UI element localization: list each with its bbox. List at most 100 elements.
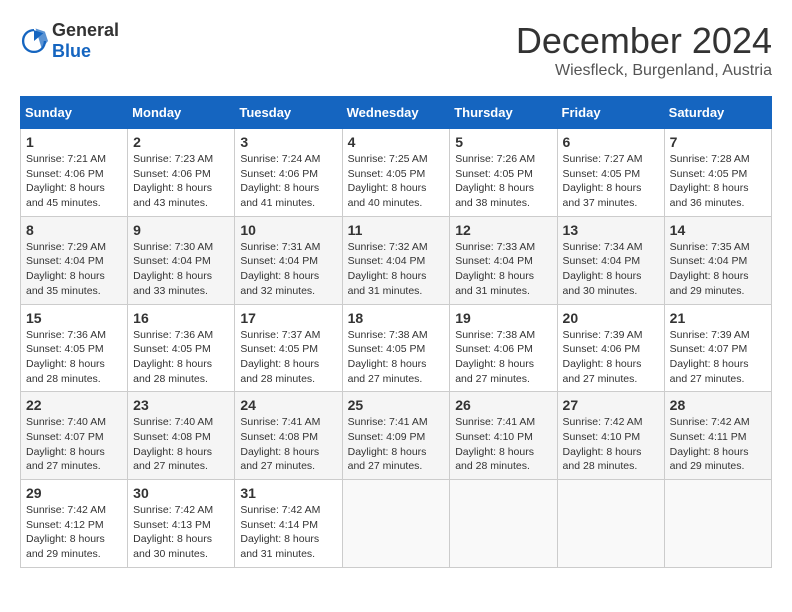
location-subtitle: Wiesfleck, Burgenland, Austria (516, 62, 772, 80)
calendar-cell: 7Sunrise: 7:28 AMSunset: 4:05 PMDaylight… (664, 129, 771, 217)
header: General Blue December 2024 Wiesfleck, Bu… (20, 20, 772, 80)
calendar-cell: 19 Sunrise: 7:38 AMSunset: 4:06 PMDayligh… (450, 304, 557, 392)
calendar-week-row: 8Sunrise: 7:29 AMSunset: 4:04 PMDaylight… (21, 216, 772, 304)
calendar-cell: 12 Sunrise: 7:33 AMSunset: 4:04 PMDayligh… (450, 216, 557, 304)
day-info: Sunrise: 7:33 AMSunset: 4:04 PMDaylight:… (455, 240, 551, 299)
calendar-cell: 1Sunrise: 7:21 AMSunset: 4:06 PMDaylight… (21, 129, 128, 217)
day-info: Sunrise: 7:38 AMSunset: 4:06 PMDaylight:… (455, 328, 551, 387)
day-info: Sunrise: 7:40 AMSunset: 4:08 PMDaylight:… (133, 415, 229, 474)
calendar-cell: 20Sunrise: 7:39 AMSunset: 4:06 PMDayligh… (557, 304, 664, 392)
calendar-table: Sunday Monday Tuesday Wednesday Thursday… (20, 96, 772, 568)
day-info: Sunrise: 7:30 AMSunset: 4:04 PMDaylight:… (133, 240, 229, 299)
calendar-cell: 18Sunrise: 7:38 AMSunset: 4:05 PMDayligh… (342, 304, 450, 392)
day-info: Sunrise: 7:36 AMSunset: 4:05 PMDaylight:… (133, 328, 229, 387)
day-number: 9 (133, 222, 229, 238)
day-info: Sunrise: 7:42 AMSunset: 4:10 PMDaylight:… (563, 415, 659, 474)
day-info: Sunrise: 7:27 AMSunset: 4:05 PMDaylight:… (563, 152, 659, 211)
day-number: 19 (455, 310, 551, 326)
calendar-cell: 11Sunrise: 7:32 AMSunset: 4:04 PMDayligh… (342, 216, 450, 304)
calendar-cell: 3 Sunrise: 7:24 AMSunset: 4:06 PMDaylight… (235, 129, 342, 217)
logo-text: General Blue (52, 20, 119, 62)
calendar-cell: 13 Sunrise: 7:34 AMSunset: 4:04 PMDayligh… (557, 216, 664, 304)
day-number: 4 (348, 134, 445, 150)
calendar-cell: 5 Sunrise: 7:26 AMSunset: 4:05 PMDaylight… (450, 129, 557, 217)
calendar-cell: 14 Sunrise: 7:35 AMSunset: 4:04 PMDayligh… (664, 216, 771, 304)
calendar-cell: 16 Sunrise: 7:36 AMSunset: 4:05 PMDayligh… (128, 304, 235, 392)
day-number: 17 (240, 310, 336, 326)
day-info: Sunrise: 7:34 AMSunset: 4:04 PMDaylight:… (563, 240, 659, 299)
calendar-cell: 30Sunrise: 7:42 AMSunset: 4:13 PMDayligh… (128, 480, 235, 568)
day-info: Sunrise: 7:31 AMSunset: 4:04 PMDaylight:… (240, 240, 336, 299)
calendar-cell: 24Sunrise: 7:41 AMSunset: 4:08 PMDayligh… (235, 392, 342, 480)
day-number: 11 (348, 222, 445, 238)
day-number: 6 (563, 134, 659, 150)
calendar-week-row: 22 Sunrise: 7:40 AMSunset: 4:07 PMDayligh… (21, 392, 772, 480)
day-info: Sunrise: 7:25 AMSunset: 4:05 PMDaylight:… (348, 152, 445, 211)
title-area: December 2024 Wiesfleck, Burgenland, Aus… (516, 20, 772, 80)
day-number: 28 (670, 397, 766, 413)
calendar-cell: 23 Sunrise: 7:40 AMSunset: 4:08 PMDayligh… (128, 392, 235, 480)
col-wednesday: Wednesday (342, 97, 450, 129)
day-info: Sunrise: 7:42 AMSunset: 4:12 PMDaylight:… (26, 503, 122, 562)
logo-general: General (52, 20, 119, 40)
calendar-cell: 25Sunrise: 7:41 AMSunset: 4:09 PMDayligh… (342, 392, 450, 480)
day-number: 16 (133, 310, 229, 326)
day-number: 29 (26, 485, 122, 501)
calendar-week-row: 29 Sunrise: 7:42 AMSunset: 4:12 PMDayligh… (21, 480, 772, 568)
calendar-cell: 6 Sunrise: 7:27 AMSunset: 4:05 PMDaylight… (557, 129, 664, 217)
calendar-week-row: 15 Sunrise: 7:36 AMSunset: 4:05 PMDayligh… (21, 304, 772, 392)
logo: General Blue (20, 20, 119, 62)
day-number: 22 (26, 397, 122, 413)
day-info: Sunrise: 7:41 AMSunset: 4:10 PMDaylight:… (455, 415, 551, 474)
day-number: 5 (455, 134, 551, 150)
calendar-cell: 17 Sunrise: 7:37 AMSunset: 4:05 PMDayligh… (235, 304, 342, 392)
day-number: 14 (670, 222, 766, 238)
day-info: Sunrise: 7:37 AMSunset: 4:05 PMDaylight:… (240, 328, 336, 387)
logo-blue: Blue (52, 41, 91, 61)
day-number: 26 (455, 397, 551, 413)
day-number: 21 (670, 310, 766, 326)
day-info: Sunrise: 7:24 AMSunset: 4:06 PMDaylight:… (240, 152, 336, 211)
col-thursday: Thursday (450, 97, 557, 129)
day-info: Sunrise: 7:40 AMSunset: 4:07 PMDaylight:… (26, 415, 122, 474)
day-number: 12 (455, 222, 551, 238)
calendar-cell (342, 480, 450, 568)
col-friday: Friday (557, 97, 664, 129)
day-info: Sunrise: 7:26 AMSunset: 4:05 PMDaylight:… (455, 152, 551, 211)
day-number: 15 (26, 310, 122, 326)
calendar-cell: 9 Sunrise: 7:30 AMSunset: 4:04 PMDaylight… (128, 216, 235, 304)
day-number: 30 (133, 485, 229, 501)
col-tuesday: Tuesday (235, 97, 342, 129)
day-number: 18 (348, 310, 445, 326)
day-info: Sunrise: 7:36 AMSunset: 4:05 PMDaylight:… (26, 328, 122, 387)
day-number: 23 (133, 397, 229, 413)
day-info: Sunrise: 7:35 AMSunset: 4:04 PMDaylight:… (670, 240, 766, 299)
day-info: Sunrise: 7:39 AMSunset: 4:07 PMDaylight:… (670, 328, 766, 387)
calendar-cell: 26 Sunrise: 7:41 AMSunset: 4:10 PMDayligh… (450, 392, 557, 480)
calendar-cell (557, 480, 664, 568)
day-number: 24 (240, 397, 336, 413)
day-number: 31 (240, 485, 336, 501)
day-number: 10 (240, 222, 336, 238)
day-number: 25 (348, 397, 445, 413)
calendar-cell: 8Sunrise: 7:29 AMSunset: 4:04 PMDaylight… (21, 216, 128, 304)
col-monday: Monday (128, 97, 235, 129)
day-info: Sunrise: 7:42 AMSunset: 4:14 PMDaylight:… (240, 503, 336, 562)
calendar-cell: 4 Sunrise: 7:25 AMSunset: 4:05 PMDaylight… (342, 129, 450, 217)
calendar-cell: 2Sunrise: 7:23 AMSunset: 4:06 PMDaylight… (128, 129, 235, 217)
calendar-cell: 22 Sunrise: 7:40 AMSunset: 4:07 PMDayligh… (21, 392, 128, 480)
calendar-week-row: 1Sunrise: 7:21 AMSunset: 4:06 PMDaylight… (21, 129, 772, 217)
col-sunday: Sunday (21, 97, 128, 129)
calendar-cell: 27 Sunrise: 7:42 AMSunset: 4:10 PMDayligh… (557, 392, 664, 480)
day-number: 27 (563, 397, 659, 413)
day-info: Sunrise: 7:29 AMSunset: 4:04 PMDaylight:… (26, 240, 122, 299)
month-title: December 2024 (516, 20, 772, 62)
calendar-cell (664, 480, 771, 568)
col-saturday: Saturday (664, 97, 771, 129)
day-info: Sunrise: 7:42 AMSunset: 4:11 PMDaylight:… (670, 415, 766, 474)
day-number: 2 (133, 134, 229, 150)
day-number: 3 (240, 134, 336, 150)
calendar-cell: 15 Sunrise: 7:36 AMSunset: 4:05 PMDayligh… (21, 304, 128, 392)
logo-icon (20, 27, 48, 55)
day-number: 13 (563, 222, 659, 238)
